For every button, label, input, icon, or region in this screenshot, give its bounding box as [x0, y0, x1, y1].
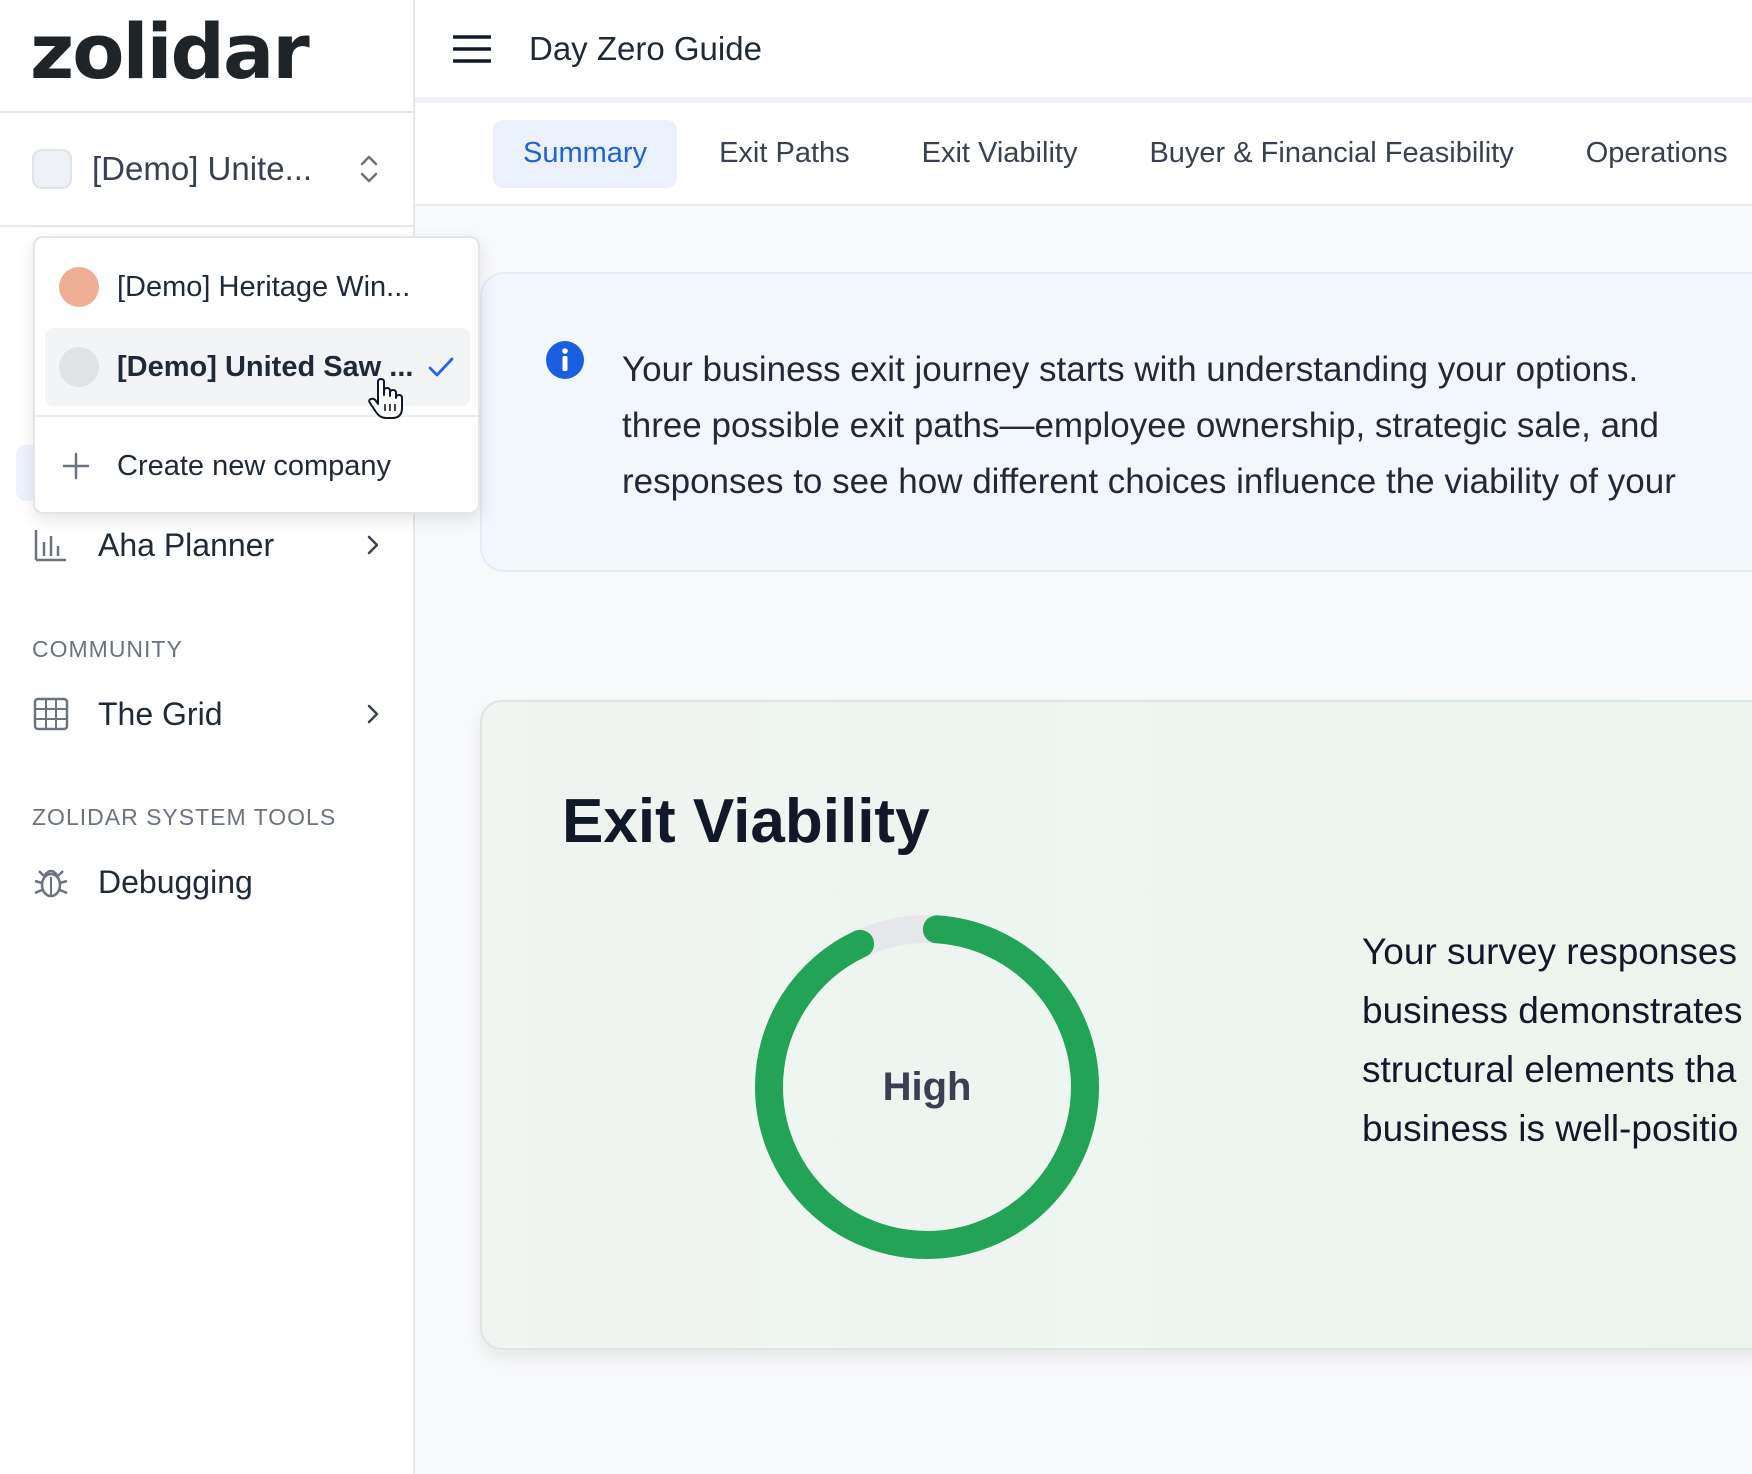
- tab-bar: Summary Exit Paths Exit Viability Buyer …: [415, 103, 1752, 206]
- zolidar-logo[interactable]: zolidar: [30, 13, 310, 90]
- check-icon: [428, 357, 454, 377]
- viability-line: structural elements tha: [1362, 1049, 1737, 1090]
- bug-icon: [34, 869, 68, 898]
- section-title-community: COMMUNITY: [32, 636, 183, 662]
- company-option-label: [Demo] Heritage Win...: [117, 270, 411, 303]
- tab-exit-viability[interactable]: Exit Viability: [892, 120, 1108, 188]
- company-switcher-label: [Demo] Unite...: [92, 150, 313, 187]
- page-title: Day Zero Guide: [529, 29, 762, 67]
- chevron-right-icon: [367, 704, 379, 724]
- sidebar-item-aha-planner[interactable]: Aha Planner: [0, 513, 415, 577]
- top-bar: Day Zero Guide: [415, 0, 1752, 103]
- viability-line: Your survey responses: [1362, 931, 1738, 972]
- company-color-dot: [59, 347, 99, 387]
- nav-community-items: The Grid: [0, 682, 415, 746]
- viability-line: business demonstrates: [1362, 990, 1743, 1031]
- chevron-right-icon: [367, 535, 379, 555]
- app-root: zolidar [Demo] Unite... Aha Planner COMM…: [0, 0, 1752, 1474]
- exit-viability-title: Exit Viability: [562, 787, 930, 856]
- company-dropdown-menu: [Demo] Heritage Win... [Demo] United Saw…: [33, 236, 480, 514]
- sidebar: zolidar [Demo] Unite... Aha Planner COMM…: [0, 0, 415, 1474]
- company-color-dot: [59, 267, 99, 307]
- logo-container: zolidar: [0, 0, 413, 113]
- sidebar-item-the-grid[interactable]: The Grid: [0, 682, 415, 746]
- info-callout: Your business exit journey starts with u…: [480, 272, 1752, 572]
- create-new-company-label: Create new company: [117, 449, 392, 482]
- hamburger-menu-icon[interactable]: [453, 34, 491, 64]
- tab-operations[interactable]: Operations: [1556, 120, 1752, 188]
- grid-icon: [33, 697, 69, 731]
- exit-viability-card: Exit Viability High Your survey response…: [480, 700, 1752, 1350]
- tab-summary[interactable]: Summary: [493, 119, 678, 188]
- info-line: three possible exit paths—employee owner…: [622, 406, 1659, 445]
- viability-rating: High: [882, 1064, 972, 1109]
- create-new-company-button[interactable]: Create new company: [61, 436, 391, 496]
- dropdown-divider: [35, 415, 478, 417]
- nav-community: COMMUNITY: [0, 636, 415, 663]
- chevron-up-down-icon: [360, 155, 378, 183]
- info-line: responses to see how different choices i…: [622, 462, 1676, 501]
- sidebar-item-label: Aha Planner: [98, 526, 275, 563]
- hand-cursor-icon: [368, 378, 403, 419]
- sidebar-item-label: The Grid: [98, 695, 223, 732]
- plus-icon: [62, 452, 90, 480]
- info-icon: [546, 341, 584, 379]
- sidebar-item-debugging[interactable]: Debugging: [0, 850, 415, 914]
- bar-chart-icon: [34, 530, 66, 562]
- nav-system-tools: ZOLIDAR SYSTEM TOOLS: [0, 804, 415, 831]
- main-content: Day Zero Guide Summary Exit Paths Exit V…: [415, 0, 1752, 1474]
- company-switcher[interactable]: [Demo] Unite...: [0, 113, 413, 227]
- nav-main: Aha Planner: [0, 513, 415, 577]
- viability-description: Your survey responses business demonstra…: [1362, 922, 1742, 1158]
- company-avatar: [32, 149, 72, 189]
- info-text: Your business exit journey starts with u…: [622, 342, 1752, 510]
- tab-buyer-financial-feasibility[interactable]: Buyer & Financial Feasibility: [1119, 120, 1543, 188]
- info-line: Your business exit journey starts with u…: [622, 350, 1639, 389]
- company-option-heritage[interactable]: [Demo] Heritage Win...: [45, 248, 470, 326]
- viability-line: business is well-positio: [1362, 1108, 1739, 1149]
- company-option-united-saw[interactable]: [Demo] United Saw ...: [45, 328, 470, 406]
- sidebar-item-label: Debugging: [98, 863, 253, 900]
- tab-exit-paths[interactable]: Exit Paths: [689, 120, 880, 188]
- section-title-system-tools: ZOLIDAR SYSTEM TOOLS: [32, 804, 337, 830]
- nav-system-tools-items: Debugging: [0, 850, 415, 914]
